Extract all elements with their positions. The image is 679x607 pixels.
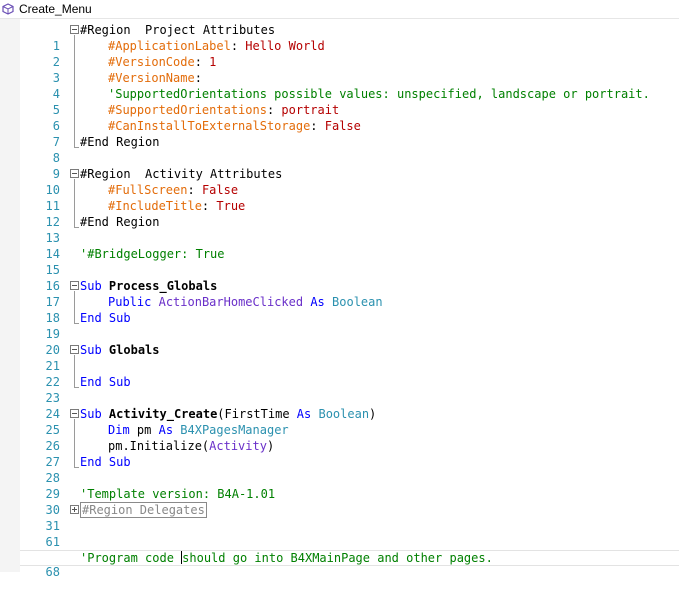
collapse-sub-icon[interactable] (70, 345, 79, 354)
code-line[interactable]: 15 '#BridgeLogger: True (20, 246, 679, 277)
code-line[interactable]: 7 #CanInstallToExternalStorage: False (20, 118, 679, 149)
code-line[interactable]: 9 (20, 150, 679, 181)
code-line[interactable]: 20 (20, 326, 679, 357)
current-code-line[interactable]: 68 'Program code should go into B4XMainP… (20, 550, 679, 579)
code-line[interactable]: 13 #End Region (20, 214, 679, 245)
code-line[interactable]: 19 End Sub (20, 310, 679, 341)
code-line[interactable]: 28 End Sub (20, 454, 679, 485)
code-editor[interactable]: 1 #Region Project Attributes 2 #Applicat… (20, 19, 679, 579)
margin-strip (0, 19, 20, 572)
code-line[interactable]: 22 (20, 358, 679, 389)
code-line[interactable]: 5 'SupportedOrientations possible values… (20, 86, 679, 117)
code-line[interactable]: 30 'Template version: B4A-1.01 (20, 486, 679, 517)
comment: '#BridgeLogger: True (80, 247, 225, 261)
b4x-module-icon (2, 3, 14, 15)
collapsed-region-delegates[interactable]: #Region Delegates (80, 502, 207, 518)
code-line[interactable]: 27 pm.Initialize(Activity) (20, 438, 679, 469)
code-line[interactable]: 26 Dim pm As B4XPagesManager (20, 422, 679, 453)
code-line[interactable]: 31 #Region Delegates (20, 502, 679, 533)
code-line[interactable]: 3 #VersionCode: 1 (20, 54, 679, 85)
code-line[interactable]: 2 #ApplicationLabel: Hello World (20, 38, 679, 69)
code-line[interactable]: 17 Sub Process_Globals (20, 278, 679, 309)
code-line[interactable]: 14 (20, 230, 679, 261)
code-line[interactable]: 21 Sub Globals (20, 342, 679, 373)
code-line[interactable]: 6 #SupportedOrientations: portrait (20, 102, 679, 133)
code-line[interactable]: 1 #Region Project Attributes (20, 22, 679, 53)
tab-label: Create_Menu (19, 2, 92, 16)
code-line[interactable]: 10 #Region Activity Attributes (20, 166, 679, 197)
collapse-sub-icon[interactable] (70, 409, 79, 418)
tab-create-menu[interactable]: Create_Menu (2, 0, 98, 18)
sub-name: Process_Globals (108, 279, 218, 293)
comment: 'Template version: B4A-1.01 (80, 487, 276, 501)
region-keyword: #Region (80, 23, 131, 37)
comment: 'SupportedOrientations possible values: … (108, 87, 650, 101)
code-line[interactable]: 8 #End Region (20, 134, 679, 165)
code-line[interactable]: 18 Public ActionBarHomeClicked As Boolea… (20, 294, 679, 325)
code-line[interactable]: 4 #VersionName: (20, 70, 679, 101)
editor-tab-bar: Create_Menu (0, 0, 679, 19)
code-line[interactable]: 16 (20, 262, 679, 293)
collapse-sub-icon[interactable] (70, 281, 79, 290)
code-line[interactable]: 12 #IncludeTitle: True (20, 198, 679, 229)
collapse-region-icon[interactable] (70, 25, 79, 34)
code-line[interactable]: 25 Sub Activity_Create(FirstTime As Bool… (20, 406, 679, 437)
code-line[interactable]: 29 (20, 470, 679, 501)
expand-region-icon[interactable] (70, 505, 79, 514)
code-line[interactable]: 67 (20, 534, 679, 565)
code-line[interactable]: 24 (20, 390, 679, 421)
code-line[interactable]: 11 #FullScreen: False (20, 182, 679, 213)
collapse-region-icon[interactable] (70, 169, 79, 178)
code-line[interactable]: 23 End Sub (20, 374, 679, 405)
